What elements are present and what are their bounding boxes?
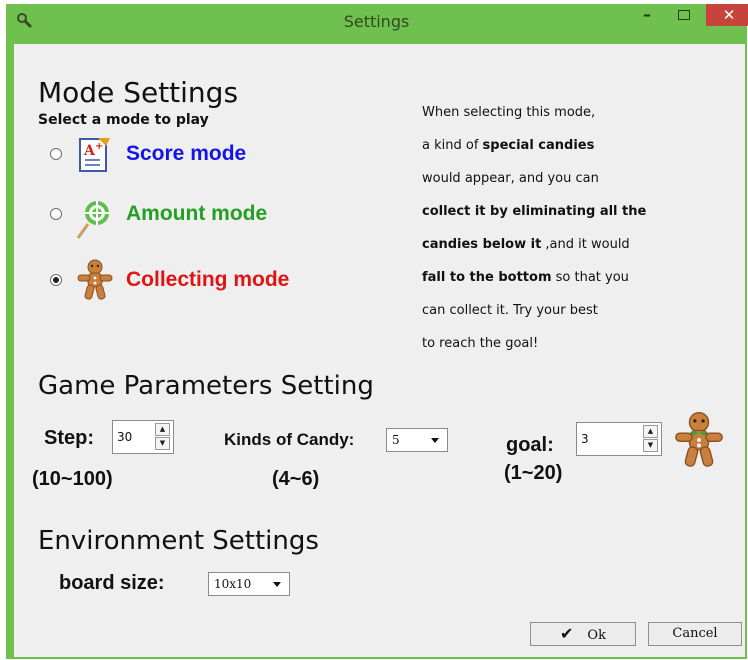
goal-increment-button[interactable]: ▲ [643,425,658,438]
description-line: would appear, and you can [422,171,599,186]
maximize-button[interactable] [669,4,699,26]
board-size-select[interactable]: 10x10 [208,572,290,596]
lollipop-icon [76,201,109,239]
step-increment-button[interactable]: ▲ [155,423,170,436]
amount-mode-label[interactable]: Amount mode [126,202,267,226]
kinds-of-candy-range: (4~6) [272,468,320,490]
gingerbread-man-icon [77,259,113,300]
goal-value: 3 [581,432,589,446]
step-spinner[interactable]: 30 ▲ ▼ [112,420,174,454]
settings-window: Settings – ✕ Mode Settings Select a mode… [6,4,748,659]
description-line: candies below it ,and it would [422,237,630,252]
collecting-mode-radio[interactable] [50,274,62,286]
chevron-down-icon [431,438,439,443]
checkmark-icon: ✔ [560,624,574,643]
mode-settings-subheading: Select a mode to play [38,112,209,128]
step-value: 30 [117,430,133,444]
kinds-of-candy-select[interactable]: 5 [386,428,448,452]
score-mode-radio[interactable] [50,148,62,160]
description-line: collect it by eliminating all the [422,204,647,219]
maximize-icon [678,10,690,20]
board-size-label: board size: [59,572,165,594]
svg-text:+: + [95,141,103,152]
ok-button-label: Ok [587,628,606,643]
step-decrement-button[interactable]: ▼ [155,437,170,450]
minimize-button[interactable]: – [632,4,662,26]
mode-description: When selecting this mode, a kind of spec… [422,96,702,360]
step-label: Step: [44,427,94,449]
kinds-of-candy-value: 5 [392,433,400,447]
description-line: to reach the goal! [422,336,539,351]
gingerbread-man-icon [675,412,723,467]
goal-decrement-button[interactable]: ▼ [643,439,658,452]
goal-spinner[interactable]: 3 ▲ ▼ [576,422,662,456]
amount-mode-radio[interactable] [50,208,62,220]
ok-button[interactable]: ✔ Ok [530,622,636,646]
environment-settings-heading: Environment Settings [38,526,319,556]
kinds-of-candy-label: Kinds of Candy: [224,430,355,449]
goal-label: goal: [506,434,554,456]
game-parameters-heading: Game Parameters Setting [38,371,374,401]
description-line: When selecting this mode, [422,105,596,120]
description-line: can collect it. Try your best [422,303,598,318]
description-line: fall to the bottom so that you [422,270,629,285]
settings-panel: Mode Settings Select a mode to play A + … [14,44,745,657]
mode-settings-heading: Mode Settings [38,76,239,109]
title-bar[interactable]: Settings – ✕ [6,4,748,42]
chevron-down-icon [273,582,281,587]
description-line: a kind of special candies [422,138,595,153]
collecting-mode-label[interactable]: Collecting mode [126,268,289,292]
cancel-button[interactable]: Cancel [648,622,742,646]
board-size-value: 10x10 [214,577,252,591]
step-range: (10~100) [32,468,113,490]
report-card-icon: A + [79,138,110,172]
close-button[interactable]: ✕ [706,4,748,26]
score-mode-label[interactable]: Score mode [126,142,246,166]
goal-range: (1~20) [504,462,563,484]
